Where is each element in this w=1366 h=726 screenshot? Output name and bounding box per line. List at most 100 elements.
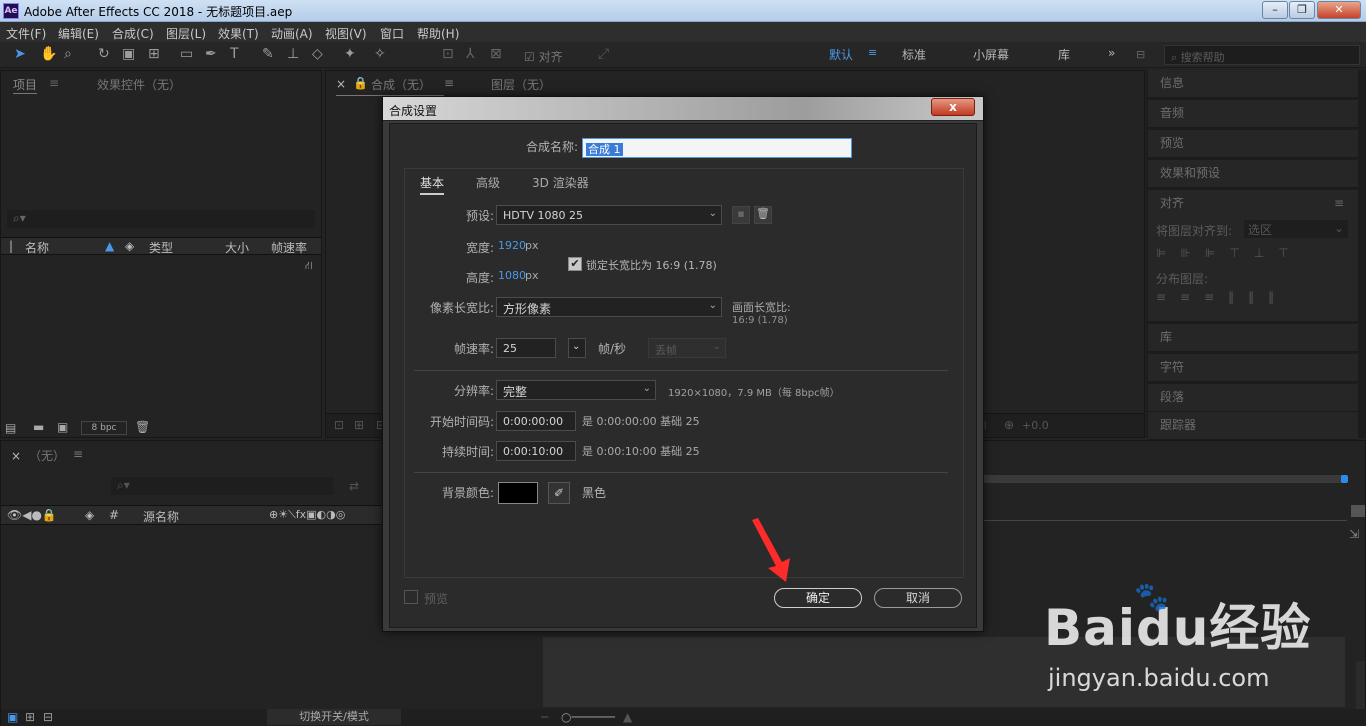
tab-project[interactable]: 项目 xyxy=(13,76,38,94)
clone-stamp-tool-icon[interactable]: ⊥ xyxy=(287,46,299,62)
col-type[interactable]: 类型 xyxy=(149,239,173,256)
comp-flowchart-icon[interactable]: ▣ xyxy=(7,710,18,724)
search-help-input[interactable]: ⌕ 搜索帮助 xyxy=(1164,45,1360,65)
label-tag-icon[interactable]: ◈ xyxy=(125,239,134,253)
comp-menu-icon[interactable]: ≡ xyxy=(444,76,454,90)
workspace-default[interactable]: 默认 xyxy=(829,46,853,63)
menu-animation[interactable]: 动画(A) xyxy=(271,25,313,42)
zoom-slider[interactable]: ○────── xyxy=(561,710,615,724)
time-ruler[interactable] xyxy=(983,485,1347,521)
eyedropper-icon[interactable]: ✐ xyxy=(548,482,570,504)
workspace-standard[interactable]: 标准 xyxy=(902,46,926,63)
snap-checkbox[interactable]: ☑ 对齐 xyxy=(524,48,563,65)
shape-tool-icon[interactable]: ▭ xyxy=(180,46,193,62)
tab-3d-renderer[interactable]: 3D 渲染器 xyxy=(532,174,589,191)
close-button[interactable]: ✕ xyxy=(1317,1,1361,19)
duration-input[interactable]: 0:00:10:00 xyxy=(496,441,576,461)
workspace-overflow-icon[interactable]: » xyxy=(1108,46,1115,60)
menu-help[interactable]: 帮助(H) xyxy=(417,25,459,42)
timeline-close-icon[interactable]: × xyxy=(11,449,21,463)
pan-behind-tool-icon[interactable]: ⊞ xyxy=(148,46,160,62)
tab-composition[interactable]: 合成（无） xyxy=(371,76,431,93)
width-value[interactable]: 1920 xyxy=(498,239,526,252)
eraser-tool-icon[interactable]: ◇ xyxy=(312,46,323,62)
height-value[interactable]: 1080 xyxy=(498,269,526,282)
menu-effect[interactable]: 效果(T) xyxy=(218,25,259,42)
delete-preset-icon[interactable]: 🗑 xyxy=(754,206,772,224)
project-menu-icon[interactable]: ≡ xyxy=(49,76,59,90)
cancel-button[interactable]: 取消 xyxy=(874,588,962,608)
pen-tool-icon[interactable]: ✒ xyxy=(205,46,217,62)
label-icon[interactable]: ◈ xyxy=(85,508,94,522)
background-color-swatch[interactable] xyxy=(498,482,538,504)
frame-rate-input[interactable]: 25 xyxy=(496,338,556,358)
save-preset-icon[interactable]: ▪ xyxy=(732,206,750,224)
align-menu-icon[interactable]: ≡ xyxy=(1334,196,1344,210)
new-comp-icon[interactable]: ▣ xyxy=(57,420,68,434)
workspace-libraries[interactable]: 库 xyxy=(1058,46,1070,63)
roto-brush-tool-icon[interactable]: ✦ xyxy=(344,46,356,62)
selection-tool-icon[interactable]: ➤ xyxy=(14,46,26,62)
tab-basic[interactable]: 基本 xyxy=(420,174,445,195)
zoom-in-icon[interactable]: ▲ xyxy=(623,710,632,724)
navigator-end-handle[interactable] xyxy=(1341,475,1348,483)
tab-advanced[interactable]: 高级 xyxy=(476,174,500,191)
frame-rate-dropdown[interactable]: ⌄ xyxy=(568,338,586,358)
preset-select[interactable]: HDTV 1080 25 ⌄ xyxy=(496,205,722,225)
av-features-icons[interactable]: 👁◀●🔒 xyxy=(7,508,57,522)
zoom-out-icon[interactable]: ─ xyxy=(541,710,548,724)
dialog-close-button[interactable]: x xyxy=(931,98,975,116)
view-axis-icon[interactable]: ⊠ xyxy=(490,46,502,62)
puppet-tool-icon[interactable]: ✧ xyxy=(374,46,386,62)
exposure-value[interactable]: +0.0 xyxy=(1022,419,1049,432)
comp-lock-icon[interactable]: 🔒 xyxy=(353,76,368,90)
panel-paragraph[interactable]: 段落 xyxy=(1148,384,1358,412)
start-timecode-input[interactable]: 0:00:00:00 xyxy=(496,411,576,431)
panel-audio[interactable]: 音频 xyxy=(1148,100,1358,128)
region-icon[interactable]: ⊕ xyxy=(1004,418,1014,432)
col-size[interactable]: 大小 xyxy=(225,239,249,256)
flowchart-icon[interactable]: ⛙ xyxy=(305,259,313,274)
pixel-aspect-select[interactable]: 方形像素 ⌄ xyxy=(496,297,722,317)
distribute-buttons-row[interactable]: ≡≡≡‖‖‖ xyxy=(1156,290,1288,304)
interpret-footage-icon[interactable]: ▤ xyxy=(5,421,16,435)
switches-icons[interactable]: ⊕☀⟍fx▣◐◑◎ xyxy=(269,508,345,522)
lock-aspect-checkbox[interactable]: ✔ xyxy=(568,257,582,271)
menu-window[interactable]: 窗口 xyxy=(380,25,404,42)
collapse-icon[interactable]: ⊟ xyxy=(43,710,53,724)
project-search-input[interactable]: ⌕▾ xyxy=(7,210,315,228)
preview-checkbox[interactable] xyxy=(404,590,418,604)
rotate-tool-icon[interactable]: ↻ xyxy=(98,46,110,62)
panel-align-title[interactable]: 对齐 xyxy=(1160,194,1346,211)
menu-view[interactable]: 视图(V) xyxy=(325,25,367,42)
workspace-menu-icon[interactable]: ≡ xyxy=(868,46,877,59)
zoom-icon[interactable]: ⇲ xyxy=(1349,527,1359,541)
camera-tool-icon[interactable]: ▣ xyxy=(122,46,135,62)
panel-tracker[interactable]: 跟踪器 xyxy=(1148,412,1358,440)
comp-name-input[interactable]: 合成 1 xyxy=(582,138,852,158)
tab-effect-controls[interactable]: 效果控件（无） xyxy=(97,76,181,93)
align-buttons-row[interactable]: ⊫⊪⊫⊤⊥⊤ xyxy=(1156,246,1303,260)
menu-composition[interactable]: 合成(C) xyxy=(112,25,154,42)
ok-button[interactable]: 确定 xyxy=(774,588,862,608)
world-axis-icon[interactable]: ⅄ xyxy=(466,46,475,62)
maximize-button[interactable]: ❐ xyxy=(1289,1,1315,19)
sort-ascending-icon[interactable]: ▲ xyxy=(105,239,114,253)
comp-button-icon[interactable] xyxy=(1351,505,1365,517)
type-tool-icon[interactable]: T xyxy=(230,46,239,62)
source-name-col[interactable]: 源名称 xyxy=(143,508,179,525)
col-frame-rate[interactable]: 帧速率 xyxy=(271,239,307,256)
time-navigator[interactable] xyxy=(983,475,1347,483)
resolution-select[interactable]: 完整 ⌄ xyxy=(496,380,656,400)
comp-close-icon[interactable]: × xyxy=(336,77,346,91)
tab-layer[interactable]: 图层（无） xyxy=(491,76,551,93)
workspace-small-screen[interactable]: 小屏幕 xyxy=(973,46,1009,63)
minimize-button[interactable]: – xyxy=(1262,1,1288,19)
panel-info[interactable]: 信息 xyxy=(1148,70,1358,98)
panel-character[interactable]: 字符 xyxy=(1148,354,1358,382)
menu-layer[interactable]: 图层(L) xyxy=(166,25,206,42)
zoom-tool-icon[interactable]: ⌕ xyxy=(64,46,72,62)
toggle-switches-modes[interactable]: 切换开关/模式 xyxy=(267,709,401,725)
snapshot-icon[interactable]: ⊞ xyxy=(354,418,364,432)
sync-icon[interactable]: ⊟ xyxy=(1136,48,1145,61)
